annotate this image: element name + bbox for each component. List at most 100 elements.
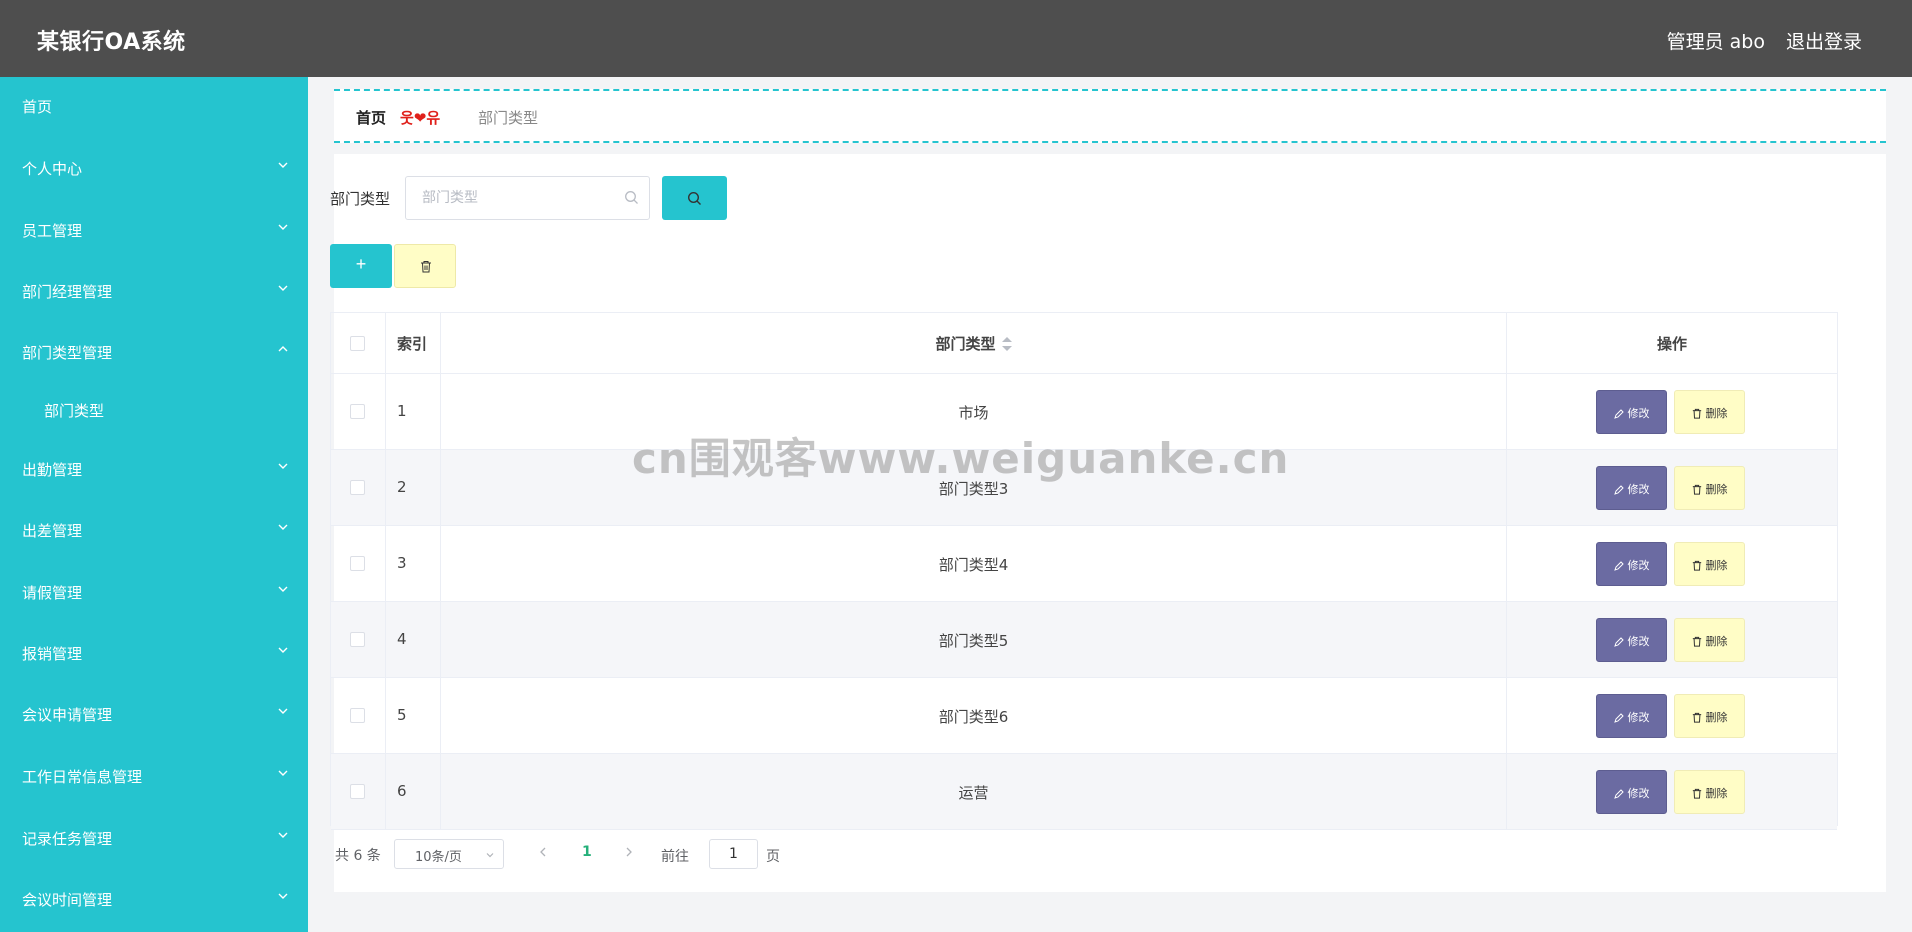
row-index: 6 xyxy=(397,782,407,800)
sidebar-item-meeting-time[interactable]: 会议时间管理 xyxy=(0,876,308,922)
header-check-cell xyxy=(331,313,386,373)
page-number-current[interactable]: 1 xyxy=(582,844,592,860)
edit-button[interactable]: 修改 xyxy=(1596,466,1667,510)
breadcrumb-home[interactable]: 首页 xyxy=(356,107,386,128)
sidebar-item-leave[interactable]: 请假管理 xyxy=(0,569,308,615)
edit-button[interactable]: 修改 xyxy=(1596,770,1667,814)
row-checkbox[interactable] xyxy=(350,556,365,571)
delete-button-label: 删除 xyxy=(1705,788,1728,800)
sidebar-item-dept-type-mgmt[interactable]: 部门类型管理 xyxy=(0,329,308,375)
row-checkbox[interactable] xyxy=(350,632,365,647)
sidebar-item-label: 会议申请管理 xyxy=(22,706,113,724)
goto-label: 前往 xyxy=(661,849,689,865)
trash-icon xyxy=(421,261,431,273)
admin-user-label: 管理员 abo xyxy=(1666,31,1765,53)
page-size-select[interactable]: 10条/页 xyxy=(394,839,504,869)
sidebar-item-reimbursement[interactable]: 报销管理 xyxy=(0,630,308,676)
sidebar-item-task-record[interactable]: 记录任务管理 xyxy=(0,815,308,861)
header-actions-cell: 操作 xyxy=(1507,313,1837,373)
add-button[interactable]: + xyxy=(330,244,392,288)
sidebar-item-business-trip[interactable]: 出差管理 xyxy=(0,507,308,553)
edit-button[interactable]: 修改 xyxy=(1596,542,1667,586)
row-checkbox[interactable] xyxy=(350,480,365,495)
column-header-actions: 操作 xyxy=(1656,335,1687,353)
edit-button-label: 修改 xyxy=(1627,636,1650,648)
delete-button-label: 删除 xyxy=(1705,560,1728,572)
search-icon xyxy=(687,191,701,205)
sidebar-item-label: 员工管理 xyxy=(22,222,83,240)
batch-delete-button[interactable] xyxy=(394,244,456,288)
table-row: 5 部门类型6 修改 删除 xyxy=(331,678,1837,754)
row-dept-type: 运营 xyxy=(958,784,989,802)
sidebar-item-dept-manager[interactable]: 部门经理管理 xyxy=(0,268,308,314)
table-row: 1 市场 修改 删除 xyxy=(331,374,1837,450)
table-row: 2 部门类型3 修改 删除 xyxy=(331,450,1837,526)
logout-link[interactable]: 退出登录 xyxy=(1786,27,1862,54)
top-header: 某银行OA系统 管理员 abo 退出登录 xyxy=(0,0,1912,77)
edit-button[interactable]: 修改 xyxy=(1596,390,1667,434)
header-type-cell[interactable]: 部门类型 xyxy=(441,313,1507,373)
sidebar-item-daily-work[interactable]: 工作日常信息管理 xyxy=(0,753,308,799)
delete-button[interactable]: 删除 xyxy=(1674,542,1745,586)
sort-icon[interactable] xyxy=(1001,337,1012,351)
row-checkbox[interactable] xyxy=(350,784,365,799)
delete-button-label: 删除 xyxy=(1705,636,1728,648)
delete-button[interactable]: 删除 xyxy=(1674,694,1745,738)
edit-button-label: 修改 xyxy=(1627,560,1650,572)
edit-button[interactable]: 修改 xyxy=(1596,694,1667,738)
search-button[interactable] xyxy=(662,176,727,220)
chevron-left-icon xyxy=(540,847,546,857)
trash-icon xyxy=(1692,408,1701,419)
delete-button-label: 删除 xyxy=(1705,408,1728,420)
delete-button[interactable]: 删除 xyxy=(1674,466,1745,510)
edit-button-label: 修改 xyxy=(1627,484,1650,496)
sidebar-item-label: 部门类型 xyxy=(44,402,105,420)
edit-icon xyxy=(1613,409,1624,419)
chevron-down-icon xyxy=(276,889,290,903)
table-row: 6 运营 修改 删除 xyxy=(331,754,1837,830)
goto-page-input[interactable] xyxy=(709,839,758,869)
sidebar-item-label: 部门经理管理 xyxy=(22,283,113,301)
next-page-button[interactable] xyxy=(624,845,634,863)
main-content: 首页 웃❤유 部门类型 部门类型 + 索引 部门类型 操作 1 市场 修改 删除 xyxy=(308,77,1912,932)
delete-button[interactable]: 删除 xyxy=(1674,618,1745,662)
edit-icon xyxy=(1613,561,1624,571)
sidebar-subitem-dept-type[interactable]: 部门类型 xyxy=(0,387,308,433)
row-index: 3 xyxy=(397,554,407,572)
row-dept-type: 部门类型6 xyxy=(938,708,1009,726)
trash-icon xyxy=(1692,636,1701,647)
table-header-row: 索引 部门类型 操作 xyxy=(331,313,1837,374)
chevron-down-icon xyxy=(276,459,290,473)
sidebar-item-attendance[interactable]: 出勤管理 xyxy=(0,446,308,492)
breadcrumb-separator: 웃❤유 xyxy=(400,109,441,127)
select-all-checkbox[interactable] xyxy=(350,336,365,351)
sidebar-item-home[interactable]: 首页 xyxy=(0,83,308,129)
search-input[interactable] xyxy=(422,188,612,208)
delete-button[interactable]: 删除 xyxy=(1674,390,1745,434)
prev-page-button[interactable] xyxy=(538,845,548,863)
edit-icon xyxy=(1613,485,1624,495)
sidebar-item-label: 会议时间管理 xyxy=(22,891,113,909)
sidebar-item-label: 个人中心 xyxy=(22,160,83,178)
breadcrumb-current: 部门类型 xyxy=(478,109,539,127)
table-row: 4 部门类型5 修改 删除 xyxy=(331,602,1837,678)
row-index: 1 xyxy=(397,402,407,420)
delete-button-label: 删除 xyxy=(1705,484,1728,496)
sidebar-item-meeting-request[interactable]: 会议申请管理 xyxy=(0,691,308,737)
edit-button[interactable]: 修改 xyxy=(1596,618,1667,662)
row-index: 4 xyxy=(397,630,407,648)
sidebar-item-personal-center[interactable]: 个人中心 xyxy=(0,145,308,191)
trash-icon xyxy=(1692,484,1701,495)
delete-button[interactable]: 删除 xyxy=(1674,770,1745,814)
sidebar-item-employee[interactable]: 员工管理 xyxy=(0,207,308,253)
chevron-down-icon xyxy=(276,582,290,596)
row-checkbox[interactable] xyxy=(350,404,365,419)
chevron-down-icon xyxy=(276,643,290,657)
row-checkbox[interactable] xyxy=(350,708,365,723)
header-index-cell: 索引 xyxy=(386,313,441,373)
chevron-down-icon xyxy=(276,766,290,780)
edit-button-label: 修改 xyxy=(1627,712,1650,724)
row-index: 5 xyxy=(397,706,407,724)
sidebar-item-label: 记录任务管理 xyxy=(22,830,113,848)
search-field[interactable] xyxy=(405,176,650,220)
